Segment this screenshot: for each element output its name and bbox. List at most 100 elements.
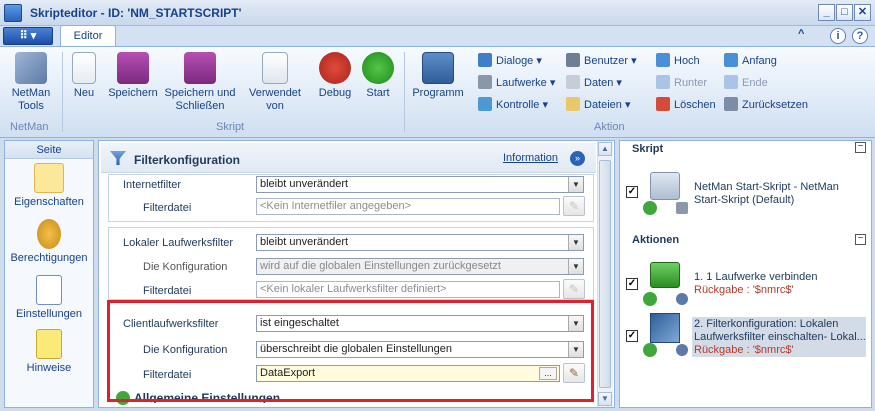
dateien-button[interactable]: Dateien ▾ bbox=[566, 96, 631, 114]
group-separator bbox=[404, 52, 405, 132]
scroll-down-button[interactable]: ▼ bbox=[598, 392, 612, 406]
lokal-konfiguration-select[interactable]: wird auf die globalen Einstellungen zurü… bbox=[256, 258, 584, 275]
status-ok-icon bbox=[643, 343, 657, 357]
script-icon bbox=[650, 172, 680, 200]
globe-icon bbox=[676, 293, 688, 305]
lokal-filter-select[interactable]: bleibt unverändert ▼ bbox=[256, 234, 584, 251]
arrow-down-icon bbox=[656, 75, 670, 89]
filter-config-icon bbox=[650, 313, 680, 343]
arrow-top-icon bbox=[724, 53, 738, 67]
properties-icon bbox=[34, 163, 64, 193]
grid-icon: ⠿ bbox=[19, 30, 31, 42]
status-ok-icon bbox=[643, 292, 657, 306]
action-item-text[interactable]: 2. Filterkonfiguration: Lokalen Laufwerk… bbox=[694, 318, 866, 344]
collapse-aktionen-button[interactable]: − bbox=[855, 234, 866, 245]
edit-pencil-icon[interactable]: ✎ bbox=[563, 279, 585, 299]
information-link[interactable]: Information bbox=[503, 152, 558, 164]
edit-pencil-icon[interactable]: ✎ bbox=[563, 196, 585, 216]
filterdatei-label: Filterdatei bbox=[143, 285, 192, 297]
scroll-up-button[interactable]: ▲ bbox=[598, 142, 612, 156]
users-icon bbox=[566, 53, 580, 67]
dropdown-arrow-icon: ▼ bbox=[568, 177, 583, 192]
used-by-button[interactable]: Verwendet von bbox=[244, 52, 306, 113]
dropdown-arrow-icon: ▼ bbox=[568, 259, 583, 274]
checklist-icon bbox=[36, 275, 62, 305]
konfiguration-label: Die Konfiguration bbox=[143, 261, 228, 273]
info-icon[interactable]: i bbox=[830, 28, 846, 44]
start-button[interactable]: Start bbox=[358, 52, 398, 100]
minimize-button[interactable]: _ bbox=[818, 4, 835, 21]
maximize-button[interactable]: □ bbox=[836, 4, 853, 21]
arrow-bottom-icon bbox=[724, 75, 738, 89]
arrow-up-icon bbox=[656, 53, 670, 67]
nav-item-eigenschaften[interactable]: Eigenschaften bbox=[5, 163, 93, 208]
program-window-icon bbox=[422, 52, 454, 84]
globe-icon bbox=[676, 344, 688, 356]
action-item-return: Rückgabe : '$nmrc$' bbox=[694, 284, 794, 296]
lock-icon bbox=[676, 202, 688, 214]
internetfilter-file-input[interactable]: <Kein Internetfiler angegeben> bbox=[256, 198, 560, 215]
bug-icon bbox=[319, 52, 351, 84]
delete-icon bbox=[656, 97, 670, 111]
dialoge-button[interactable]: Dialoge ▾ bbox=[478, 52, 542, 70]
section-title: Filterkonfiguration bbox=[134, 153, 240, 167]
key-lock-icon bbox=[37, 219, 61, 249]
zuruecksetzen-button[interactable]: Zurücksetzen bbox=[724, 96, 808, 114]
runter-button[interactable]: Runter bbox=[656, 74, 707, 92]
group-label-aktion: Aktion bbox=[594, 121, 625, 133]
save-icon bbox=[117, 52, 149, 84]
highlight-box bbox=[107, 300, 594, 402]
drive-connect-icon bbox=[650, 262, 680, 288]
save-close-icon bbox=[184, 52, 216, 84]
close-button[interactable]: ✕ bbox=[854, 4, 871, 21]
tools-icon bbox=[15, 52, 47, 84]
nav-item-hinweise[interactable]: Hinweise bbox=[5, 329, 93, 374]
kontrolle-button[interactable]: Kontrolle ▾ bbox=[478, 96, 548, 114]
magnifier-icon bbox=[262, 52, 288, 84]
aktionen-header: Aktionen bbox=[632, 234, 680, 246]
benutzer-button[interactable]: Benutzer ▾ bbox=[566, 52, 637, 70]
group-separator bbox=[62, 52, 63, 132]
internetfilter-select[interactable]: bleibt unverändert ▼ bbox=[256, 176, 584, 193]
left-panel-header: Seite bbox=[5, 141, 93, 159]
help-icon[interactable]: ? bbox=[852, 28, 868, 44]
laufwerke-button[interactable]: Laufwerke ▾ bbox=[478, 74, 555, 92]
nav-item-einstellungen[interactable]: Einstellungen bbox=[5, 275, 93, 320]
action-item-text[interactable]: 1. 1 Laufwerke verbinden bbox=[694, 271, 864, 284]
notes-icon bbox=[36, 329, 62, 359]
app-icon[interactable] bbox=[4, 4, 22, 22]
lokal-file-input[interactable]: <Kein lokaler Laufwerksfilter definiert> bbox=[256, 281, 560, 298]
collapse-skript-button[interactable]: − bbox=[855, 142, 866, 153]
collapse-ribbon-icon[interactable]: ^ bbox=[798, 28, 804, 40]
files-icon bbox=[566, 97, 580, 111]
loeschen-button[interactable]: Löschen bbox=[656, 96, 716, 114]
window-title: Skripteditor - ID: 'NM_STARTSCRIPT' bbox=[30, 6, 242, 20]
data-icon bbox=[566, 75, 580, 89]
save-button[interactable]: Speichern bbox=[104, 52, 162, 100]
hoch-button[interactable]: Hoch bbox=[656, 52, 700, 70]
new-button[interactable]: Neu bbox=[66, 52, 102, 100]
filterdatei-label: Filterdatei bbox=[143, 202, 192, 214]
action-checkbox[interactable]: ✓ bbox=[626, 278, 638, 290]
group-label-skript: Skript bbox=[216, 121, 245, 133]
ende-button[interactable]: Ende bbox=[724, 74, 768, 92]
debug-button[interactable]: Debug bbox=[314, 52, 356, 100]
scroll-thumb[interactable] bbox=[599, 160, 611, 388]
collapse-section-icon[interactable]: » bbox=[570, 151, 585, 166]
action-checkbox[interactable]: ✓ bbox=[626, 330, 638, 342]
dropdown-arrow-icon: ▼ bbox=[568, 235, 583, 250]
skript-header: Skript bbox=[632, 143, 664, 155]
anfang-button[interactable]: Anfang bbox=[724, 52, 777, 70]
save-close-button[interactable]: Speichern und Schließen bbox=[162, 52, 238, 113]
program-button[interactable]: Programm bbox=[408, 52, 468, 100]
netman-tools-button[interactable]: NetMan Tools bbox=[4, 52, 58, 113]
new-document-icon bbox=[72, 52, 96, 84]
file-menu-button[interactable]: ⠿ ▾ bbox=[3, 27, 53, 45]
reset-icon bbox=[724, 97, 738, 111]
daten-button[interactable]: Daten ▾ bbox=[566, 74, 622, 92]
action-item-return: Rückgabe : '$nmrc$' bbox=[694, 344, 794, 356]
skript-checkbox[interactable]: ✓ bbox=[626, 186, 638, 198]
tab-editor[interactable]: Editor bbox=[60, 25, 116, 47]
nav-item-berechtigungen[interactable]: Berechtigungen bbox=[5, 219, 93, 264]
skript-description: NetMan Start-Skript - NetMan Start-Skrip… bbox=[694, 181, 839, 206]
